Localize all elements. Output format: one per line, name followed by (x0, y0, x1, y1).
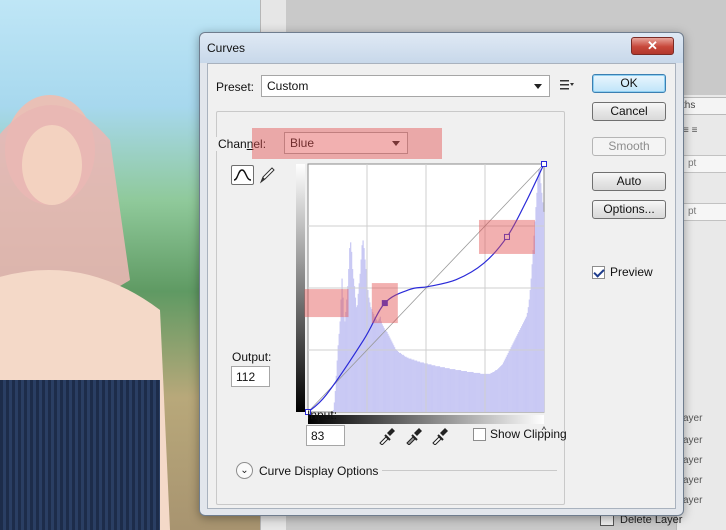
channel-highlight (252, 128, 442, 159)
panel-field-2[interactable]: pt (683, 203, 726, 221)
output-label: Output: (232, 350, 272, 364)
curves-dialog: Curves ✕ Preset: Custom Channel: Blue Ou… (199, 32, 684, 516)
panel-tab[interactable]: ths (677, 97, 726, 115)
layer-row[interactable]: ayer (683, 495, 723, 509)
basket (0, 380, 160, 530)
title-bar[interactable]: Curves ✕ (200, 33, 683, 63)
channel-label-prefix: Chan (218, 137, 247, 151)
preset-value: Custom (267, 79, 309, 93)
input-gradient-bar (308, 415, 544, 424)
output-gradient-bar (296, 164, 305, 412)
output-field[interactable]: 112 (231, 366, 270, 387)
show-clipping-checkbox[interactable]: Show Clipping (473, 427, 567, 441)
expand-chevron-icon[interactable]: ⌄ (236, 462, 253, 479)
curve-display-options[interactable]: ⌄ Curve Display Options (236, 462, 378, 479)
preview-checkbox[interactable]: Preview (592, 265, 653, 279)
histogram-bar (543, 211, 545, 412)
black-point-eyedropper-icon[interactable] (378, 427, 396, 445)
layer-row[interactable]: ayer (683, 413, 723, 427)
smooth-button[interactable]: Smooth (592, 137, 666, 156)
close-button[interactable]: ✕ (631, 37, 674, 55)
curves-graph[interactable] (294, 160, 550, 430)
preset-options-icon[interactable] (560, 79, 574, 91)
input-label: Input: (307, 408, 338, 422)
point-highlight (478, 219, 535, 254)
divider (382, 470, 557, 471)
show-clipping-label: Show Clipping (490, 427, 567, 441)
pencil-icon[interactable] (258, 165, 276, 185)
curve-display-options-label: Curve Display Options (259, 463, 379, 478)
preview-box[interactable] (592, 265, 605, 279)
panel-field-1[interactable]: pt (683, 155, 726, 173)
layer-row[interactable]: ayer (683, 455, 723, 469)
auto-button[interactable]: Auto (592, 172, 666, 191)
close-icon: ✕ (647, 38, 658, 53)
ok-button[interactable]: OK (592, 74, 666, 93)
gray-point-eyedropper-icon[interactable] (405, 427, 423, 445)
preview-label: Preview (610, 265, 653, 279)
cancel-button[interactable]: Cancel (592, 102, 666, 121)
input-field[interactable]: 83 (306, 425, 345, 446)
preset-select[interactable]: Custom (261, 75, 550, 97)
dialog-title: Curves (207, 41, 246, 55)
control-point (541, 161, 547, 167)
point-highlight (371, 283, 398, 324)
show-clipping-box[interactable] (473, 427, 486, 441)
curve-icon (233, 169, 252, 181)
align-icons[interactable]: ≡ ≡ (683, 125, 723, 139)
chevron-down-icon (534, 84, 542, 89)
dialog-body: Preset: Custom Channel: Blue Output: 112… (207, 63, 676, 509)
white-point-eyedropper-icon[interactable] (431, 427, 449, 445)
curve-tool-button[interactable] (231, 165, 254, 185)
preset-label: Preset: (216, 80, 255, 94)
layer-row[interactable]: ayer (683, 475, 723, 489)
point-highlight (304, 289, 349, 318)
layer-row[interactable]: ayer (683, 435, 723, 449)
options-button[interactable]: Options... (592, 200, 666, 219)
